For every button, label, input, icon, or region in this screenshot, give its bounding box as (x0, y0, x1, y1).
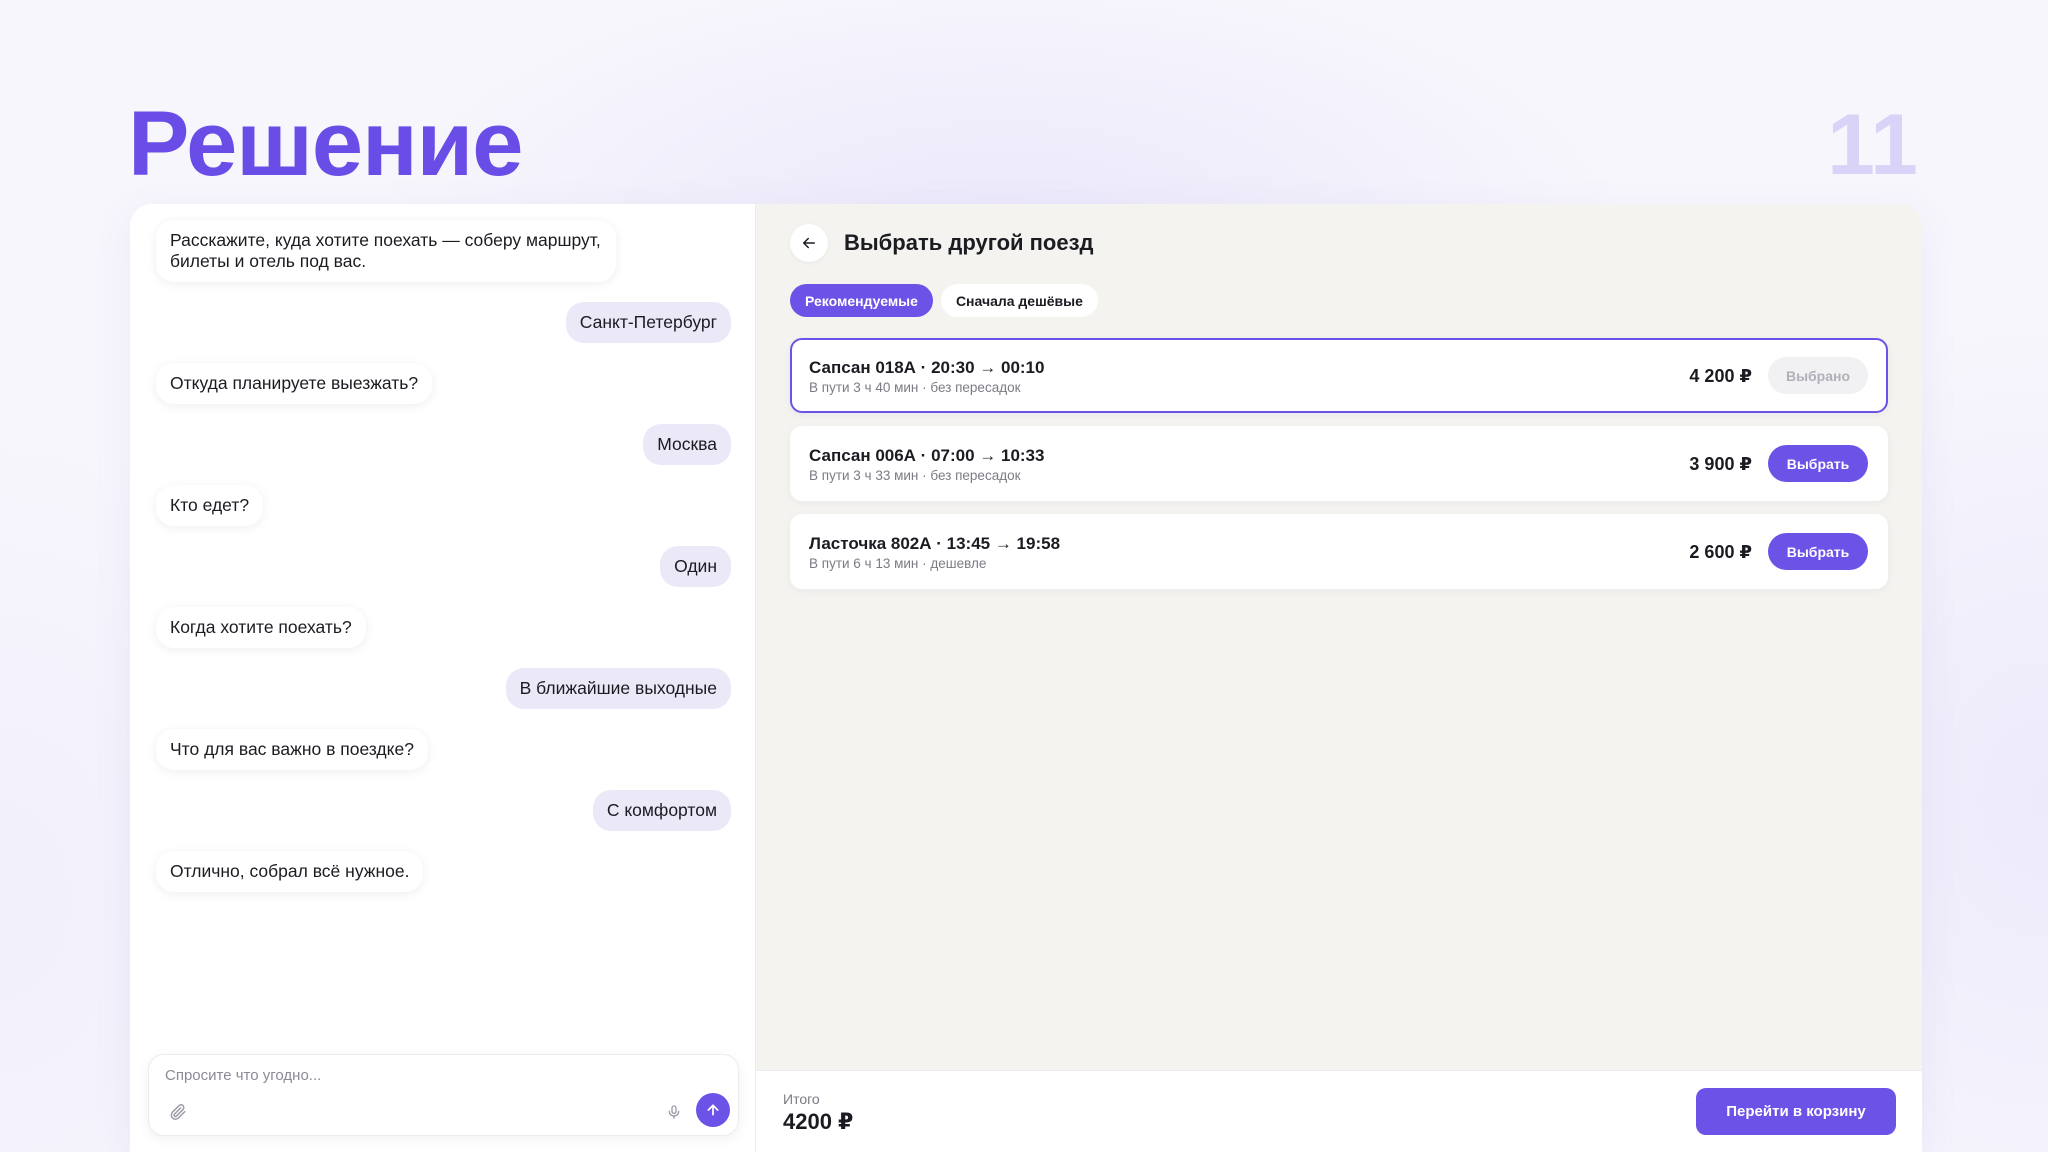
filter-recommended[interactable]: Рекомендуемые (790, 284, 933, 317)
choose-button[interactable]: Выбрать (1768, 445, 1868, 482)
total-footer: Итого 4200 ₽ Перейти в корзину (756, 1070, 1922, 1152)
total-label: Итого (783, 1091, 820, 1107)
train-details: В пути 3 ч 33 мин · без пересадок (809, 468, 1021, 483)
paperclip-icon[interactable] (169, 1103, 187, 1121)
slide-title: Решение (128, 93, 523, 195)
choose-button[interactable]: Выбрать (1768, 533, 1868, 570)
bot-message: Отлично, собрал всё нужное. (156, 851, 424, 892)
bot-message: Расскажите, куда хотите поехать — соберу… (156, 220, 616, 282)
sort-filters: Рекомендуемые Сначала дешёвые (790, 284, 1098, 317)
user-message: Санкт-Петербург (565, 302, 731, 343)
train-card[interactable]: Ласточка 802А · 13:45 → 19:58 В пути 6 ч… (790, 514, 1888, 589)
panel-header: Выбрать другой поезд (790, 224, 1094, 262)
train-card[interactable]: Сапсан 006А · 07:00 → 10:33 В пути 3 ч 3… (790, 426, 1888, 501)
train-card[interactable]: Сапсан 018А · 20:30 → 00:10 В пути 3 ч 4… (790, 338, 1888, 413)
train-name: Сапсан 018А · 20:30 → 00:10 (809, 358, 1045, 377)
selected-button[interactable]: Выбрано (1768, 357, 1868, 394)
chat-input[interactable] (165, 1067, 665, 1084)
train-details: В пути 6 ч 13 мин · дешевле (809, 556, 987, 571)
train-price: 3 900 ₽ (1689, 454, 1752, 474)
train-list: Сапсан 018А · 20:30 → 00:10 В пути 3 ч 4… (790, 338, 1888, 589)
train-name: Ласточка 802А · 13:45 → 19:58 (809, 534, 1061, 553)
bot-message: Откуда планируете выезжать? (156, 363, 433, 404)
arrow-up-icon (707, 1104, 719, 1116)
user-message: В ближайшие выходные (505, 668, 731, 709)
filter-cheapest-first[interactable]: Сначала дешёвые (940, 284, 1098, 317)
microphone-icon[interactable] (666, 1103, 682, 1121)
bot-message: Что для вас важно в поездке? (156, 729, 428, 770)
total-value: 4200 ₽ (783, 1109, 854, 1134)
train-name: Сапсан 006А · 07:00 → 10:33 (809, 446, 1045, 465)
go-to-cart-button[interactable]: Перейти в корзину (1696, 1088, 1896, 1135)
train-details: В пути 3 ч 40 мин · без пересадок (809, 380, 1021, 395)
send-button[interactable] (696, 1093, 730, 1127)
back-button[interactable] (790, 224, 828, 262)
user-message: Один (660, 546, 731, 587)
bot-message: Когда хотите поехать? (156, 607, 366, 648)
user-message: Москва (643, 424, 731, 465)
app-window: Расскажите, куда хотите поехать — соберу… (130, 204, 1922, 1152)
chat-composer (148, 1054, 739, 1136)
chat-messages: Расскажите, куда хотите поехать — соберу… (156, 220, 731, 892)
bot-message: Кто едет? (156, 485, 264, 526)
user-message: С комфортом (592, 790, 731, 831)
train-price: 4 200 ₽ (1689, 366, 1752, 386)
slide-number: 11 (1827, 97, 1918, 193)
chat-panel: Расскажите, куда хотите поехать — соберу… (130, 204, 756, 1152)
panel-title: Выбрать другой поезд (844, 230, 1094, 255)
train-price: 2 600 ₽ (1689, 542, 1752, 562)
train-selection-panel: Выбрать другой поезд Рекомендуемые Снача… (756, 204, 1922, 1152)
arrow-left-icon (803, 237, 815, 249)
